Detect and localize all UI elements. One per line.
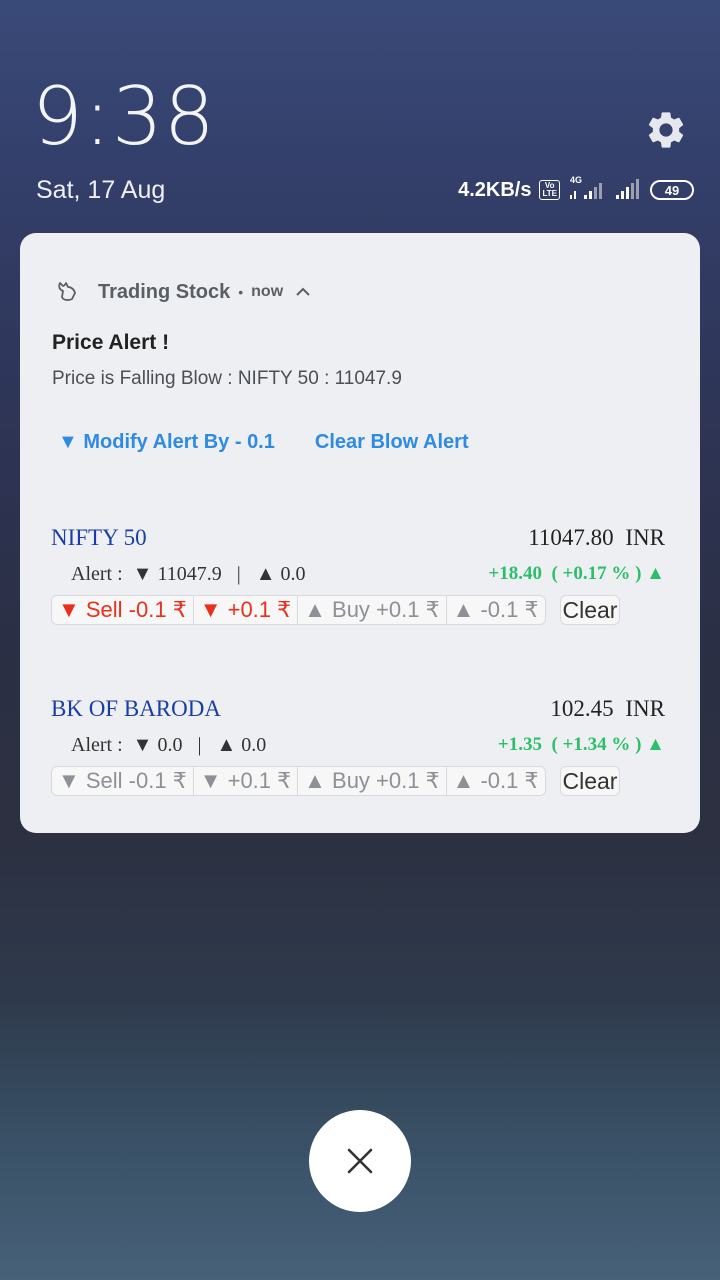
stock-alert-levels: Alert : ▼ 0.0 | ▲ 0.0 xyxy=(71,733,267,756)
buy-minus-button[interactable]: ▲ -0.1 ₹ xyxy=(447,767,545,795)
stock-alert-levels: Alert : ▼ 11047.9 | ▲ 0.0 xyxy=(71,562,306,585)
volte-icon: Vo LTE xyxy=(539,180,560,200)
sell-minus-button[interactable]: ▼ Sell -0.1 ₹ xyxy=(52,767,194,795)
buy-plus-button[interactable]: ▲ Buy +0.1 ₹ xyxy=(298,596,447,624)
lock-clock: 9:38 xyxy=(32,70,216,163)
stock-name: BK OF BARODA xyxy=(51,696,221,721)
stock-price: 11047.80 INR xyxy=(528,525,665,550)
sell-minus-button[interactable]: ▼ Sell -0.1 ₹ xyxy=(52,596,194,624)
clear-button[interactable]: Clear xyxy=(559,595,621,625)
close-icon xyxy=(347,1148,373,1174)
app-bull-icon xyxy=(58,282,76,301)
notification-time: now xyxy=(251,283,284,300)
notification-card[interactable]: Trading Stock • now Price Alert ! Price … xyxy=(20,233,700,833)
stock-name: NIFTY 50 xyxy=(51,525,147,550)
notification-title: Price Alert ! xyxy=(52,331,170,354)
alert-adjust-buttons: ▼ Sell -0.1 ₹ ▼ +0.1 ₹ ▲ Buy +0.1 ₹ ▲ -0… xyxy=(51,766,546,796)
settings-gear-icon[interactable] xyxy=(644,108,688,152)
stock-change: +1.35 ( +1.34 % ) ▲ xyxy=(497,734,665,755)
app-name: Trading Stock xyxy=(98,280,231,303)
notification-header[interactable]: Trading Stock • now xyxy=(54,279,311,305)
chevron-up-icon[interactable] xyxy=(295,286,311,298)
alert-adjust-buttons: ▼ Sell -0.1 ₹ ▼ +0.1 ₹ ▲ Buy +0.1 ₹ ▲ -0… xyxy=(51,595,546,625)
status-bar: 4.2KB/s Vo LTE 4G 49 xyxy=(458,175,694,204)
signal-strength-icon xyxy=(616,179,639,199)
notification-text: Price is Falling Blow : NIFTY 50 : 11047… xyxy=(52,368,402,389)
sell-plus-button[interactable]: ▼ +0.1 ₹ xyxy=(194,767,299,795)
modify-alert-button[interactable]: ▼ Modify Alert By - 0.1 xyxy=(58,431,275,454)
stock-price: 102.45 INR xyxy=(550,696,665,721)
battery-icon: 49 xyxy=(650,180,694,200)
stock-change: +18.40 ( +0.17 % ) ▲ xyxy=(488,563,665,584)
lock-date: Sat, 17 Aug xyxy=(36,176,166,204)
stock-item: BK OF BARODA 102.45 INR Alert : ▼ 0.0 | … xyxy=(51,696,665,796)
stock-item: NIFTY 50 11047.80 INR Alert : ▼ 11047.9 … xyxy=(51,525,665,625)
buy-minus-button[interactable]: ▲ -0.1 ₹ xyxy=(447,596,545,624)
header-separator: • xyxy=(238,284,244,300)
network-speed: 4.2KB/s xyxy=(458,178,532,201)
clear-button[interactable]: Clear xyxy=(559,766,621,796)
notification-actions: ▼ Modify Alert By - 0.1 Clear Blow Alert xyxy=(58,431,469,454)
dismiss-all-button[interactable] xyxy=(309,1110,411,1212)
clear-blow-alert-button[interactable]: Clear Blow Alert xyxy=(315,431,469,454)
signal-4g-icon: 4G xyxy=(568,175,606,203)
buy-plus-button[interactable]: ▲ Buy +0.1 ₹ xyxy=(298,767,447,795)
sell-plus-button[interactable]: ▼ +0.1 ₹ xyxy=(194,596,299,624)
